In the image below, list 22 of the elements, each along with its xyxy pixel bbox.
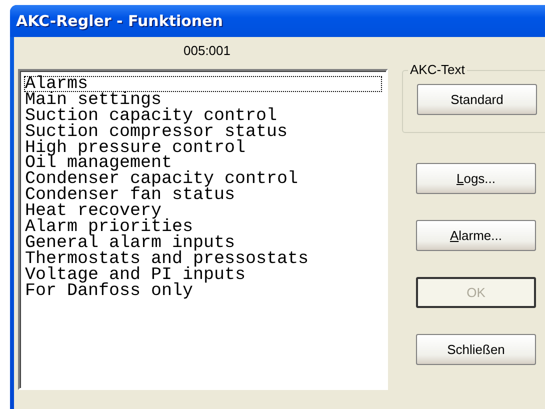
dialog-button[interactable]: Logs... bbox=[416, 163, 536, 194]
list-item[interactable]: Main settings bbox=[24, 92, 382, 108]
list-item[interactable]: For Danfoss only bbox=[24, 282, 382, 298]
list-item[interactable]: Suction compressor status bbox=[24, 124, 382, 140]
list-item[interactable]: Condenser fan status bbox=[24, 187, 382, 204]
list-item[interactable]: Heat recovery bbox=[24, 203, 382, 220]
list-item[interactable]: High pressure control bbox=[24, 140, 382, 156]
group-title: AKC-Text bbox=[408, 62, 467, 77]
list-item[interactable]: Alarms bbox=[24, 76, 382, 92]
list-item[interactable]: Voltage and PI inputs bbox=[24, 266, 382, 283]
list-item[interactable]: Thermostats and pressostats bbox=[24, 250, 382, 267]
function-list[interactable] bbox=[18, 69, 388, 390]
list-item[interactable]: Condenser capacity control bbox=[24, 171, 382, 188]
list-item[interactable]: General alarm inputs bbox=[24, 234, 382, 251]
dialog-button[interactable]: Schließen bbox=[416, 334, 536, 365]
list-item[interactable]: Suction capacity control bbox=[24, 108, 382, 124]
address-label: 005:001 bbox=[182, 42, 232, 60]
list-item[interactable]: Alarm priorities bbox=[24, 219, 382, 235]
list-item[interactable]: Oil management bbox=[24, 155, 382, 172]
dialog-button[interactable]: Alarme... bbox=[416, 220, 536, 251]
standard-button[interactable]: Standard bbox=[417, 84, 537, 115]
window-title: AKC-Regler - Funktionen bbox=[16, 12, 223, 30]
